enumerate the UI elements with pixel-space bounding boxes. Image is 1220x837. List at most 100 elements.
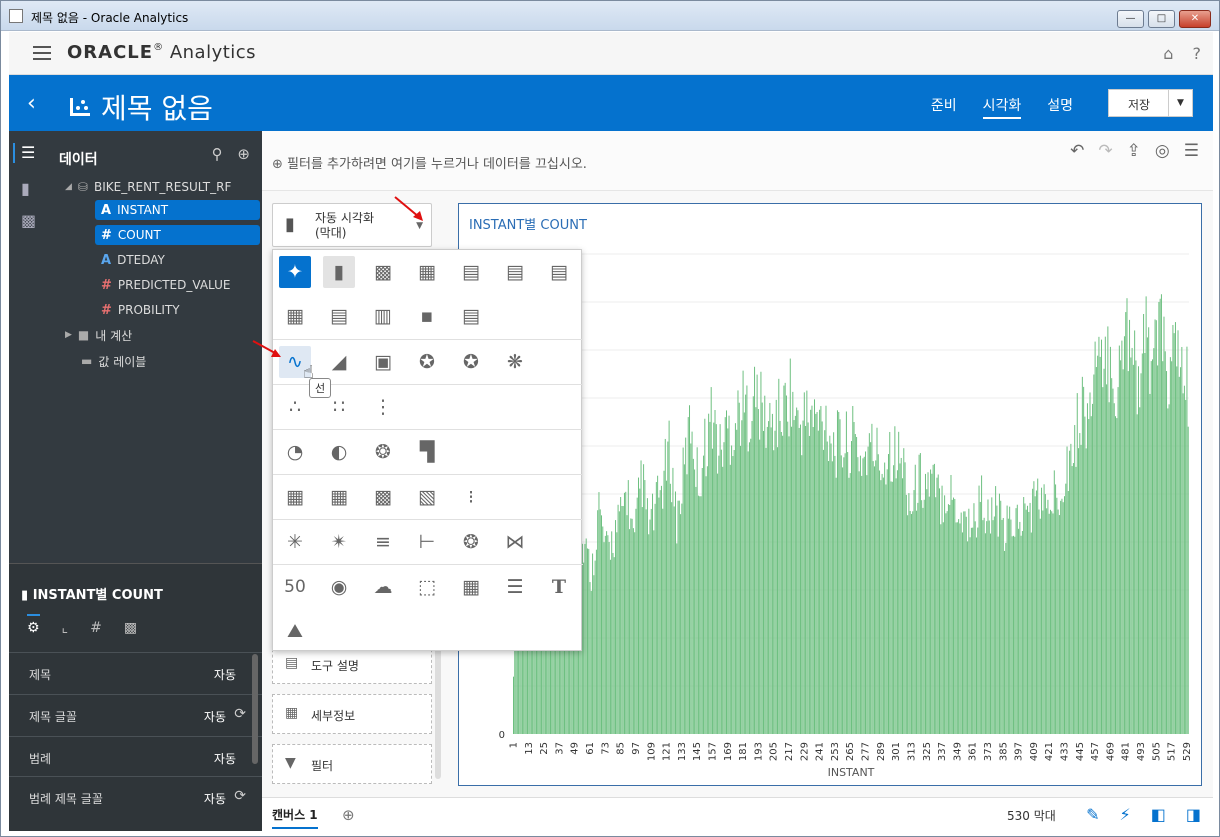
auto-viz-icon[interactable]: ✦ — [279, 256, 311, 288]
list-icon[interactable]: ☰ — [499, 571, 531, 603]
area-chart-icon[interactable]: ◢ — [323, 346, 355, 378]
circle-network-icon[interactable]: ❂ — [455, 526, 487, 558]
text-icon[interactable]: T — [543, 571, 575, 603]
panel-left-icon[interactable]: ◧ — [1151, 805, 1166, 824]
reset-icon[interactable]: ⟳ — [234, 706, 246, 722]
100pct-bar-icon[interactable]: ▦ — [411, 256, 443, 288]
donut-icon[interactable]: ◐ — [323, 436, 355, 468]
waterfall-icon[interactable]: ▥ — [367, 300, 399, 332]
help-icon[interactable]: ? — [1193, 44, 1202, 63]
prop-row-legend-font[interactable]: 범례 제목 글꼴 자동 ⟳ — [9, 776, 262, 816]
panel-right-icon[interactable]: ◨ — [1186, 805, 1201, 824]
close-button[interactable]: ✕ — [1179, 10, 1211, 28]
tree-diagram-icon[interactable]: ⊢ — [411, 526, 443, 558]
add-filter-icon[interactable]: ⊕ — [272, 157, 283, 172]
dataset-item[interactable]: ◢ ⛁ BIKE_RENT_RESULT_RF — [65, 177, 231, 197]
visualizations-icon[interactable]: ▮ — [21, 179, 41, 199]
prop-row-title-font[interactable]: 제목 글꼴 자동 ⟳ — [9, 694, 262, 734]
hierarchy-icon[interactable]: ▦ — [455, 571, 487, 603]
save-button[interactable]: 저장 ▼ — [1108, 89, 1193, 117]
drop-zone-filter[interactable]: ▼ 필터 — [272, 744, 432, 784]
heatmap-icon[interactable]: ▩ — [367, 481, 399, 513]
prop-row-legend[interactable]: 범례 자동 — [9, 736, 262, 776]
bar-chart-icon[interactable]: ▮ — [323, 256, 355, 288]
menu-icon[interactable] — [33, 46, 51, 60]
x-tick-label: 373 — [983, 742, 994, 761]
expand-icon[interactable]: ▶ — [65, 330, 72, 340]
canvas-tab[interactable]: 캔버스 1 — [272, 806, 318, 829]
expand-icon[interactable]: ◢ — [65, 182, 72, 192]
export-icon[interactable]: ⇪ — [1127, 141, 1141, 161]
reset-icon[interactable]: ⟳ — [234, 788, 246, 804]
column-item-dteday[interactable]: A DTEDAY — [101, 250, 165, 270]
search-icon[interactable]: ⚲ — [212, 145, 223, 163]
horizontal-100pct-icon[interactable]: ▤ — [543, 256, 575, 288]
tab-prepare[interactable]: 준비 — [931, 95, 957, 119]
combo-chart-icon[interactable]: ▦ — [279, 300, 311, 332]
column-item-probility[interactable]: # PROBILITY — [101, 300, 180, 320]
value-labels-item[interactable]: ▬ 값 레이블 — [81, 351, 146, 371]
properties-scrollbar[interactable] — [252, 654, 258, 764]
back-icon[interactable]: ‹ — [27, 91, 36, 116]
filter-bar[interactable]: ⊕ 필터를 추가하려면 여기를 누르거나 데이터를 끄십시오. ↶ ↷ ⇪ ◎ … — [262, 131, 1213, 191]
treemap-icon[interactable]: ▜ — [411, 436, 443, 468]
general-tab-icon[interactable]: ⚙ — [27, 614, 40, 636]
redo-icon[interactable]: ↷ — [1098, 141, 1112, 161]
prop-row-title[interactable]: 제목 자동 — [9, 652, 262, 692]
add-canvas-icon[interactable]: ⊕ — [342, 806, 355, 824]
scatter-icon[interactable]: ∴ — [279, 391, 311, 423]
drop-zone-detail[interactable]: ▦ 세부정보 — [272, 694, 432, 734]
radar-bar-icon[interactable]: ❋ — [499, 346, 531, 378]
dots-grid-icon[interactable]: ⁝ — [455, 481, 487, 513]
network-icon[interactable]: ✳ — [279, 526, 311, 558]
bar — [1132, 364, 1134, 734]
chord-icon[interactable]: ✴ — [323, 526, 355, 558]
list-filter-icon[interactable]: ⬚ — [411, 571, 443, 603]
undo-icon[interactable]: ↶ — [1070, 141, 1084, 161]
sankey-icon[interactable]: ≡ — [367, 526, 399, 558]
kpi-icon[interactable]: 50 — [279, 571, 311, 603]
horizontal-bar-icon[interactable]: ▤ — [455, 256, 487, 288]
image-icon[interactable]: ⛰ — [279, 615, 311, 647]
boxplot-icon[interactable]: ▪ — [411, 300, 443, 332]
cloud-icon[interactable]: ☁ — [367, 571, 399, 603]
analytics-icon[interactable]: ▩ — [21, 211, 41, 231]
home-icon[interactable]: ⌂ — [1163, 44, 1173, 63]
column-item-predicted-value[interactable]: # PREDICTED_VALUE — [101, 275, 230, 295]
analytics-tab-icon[interactable]: ▩ — [124, 620, 137, 636]
pivot-icon[interactable]: ▤ — [323, 300, 355, 332]
column-item-count[interactable]: # COUNT — [95, 225, 260, 245]
bar — [1154, 319, 1156, 734]
refresh-icon[interactable]: ◎ — [1155, 141, 1170, 161]
map-icon[interactable]: ◉ — [323, 571, 355, 603]
horizontal-stacked-icon[interactable]: ▤ — [499, 256, 531, 288]
tab-narrate[interactable]: 설명 — [1047, 95, 1073, 119]
bar — [1108, 402, 1110, 734]
area-100-icon[interactable]: ▣ — [367, 346, 399, 378]
table-icon[interactable]: ▦ — [279, 481, 311, 513]
save-dropdown-icon[interactable]: ▼ — [1168, 90, 1192, 116]
axis-tab-icon[interactable]: ⌞ — [62, 620, 69, 636]
pie-icon[interactable]: ◔ — [279, 436, 311, 468]
parallel-icon[interactable]: ⋈ — [499, 526, 531, 558]
bar — [988, 520, 990, 734]
stacked-bar-icon[interactable]: ▩ — [367, 256, 399, 288]
database-icon[interactable]: ☰ — [13, 143, 35, 163]
brush-icon[interactable]: ✎ — [1086, 805, 1099, 824]
auto-apply-icon[interactable]: ⚡ — [1120, 805, 1131, 824]
dot-plot-icon[interactable]: ⋮ — [367, 391, 399, 423]
tile-icon[interactable]: ▧ — [411, 481, 443, 513]
minimize-button[interactable]: — — [1117, 10, 1144, 28]
pivot-table-icon[interactable]: ▦ — [323, 481, 355, 513]
maximize-button[interactable]: □ — [1148, 10, 1175, 28]
sunburst-icon[interactable]: ❂ — [367, 436, 399, 468]
tab-visualize[interactable]: 시각화 — [982, 95, 1022, 119]
column-item-instant[interactable]: A INSTANT — [95, 200, 260, 220]
radar-line-icon[interactable]: ✪ — [411, 346, 443, 378]
my-calculations-folder[interactable]: ▶ ■ 내 계산 — [65, 325, 132, 345]
more-menu-icon[interactable]: ☰ — [1184, 141, 1199, 161]
gantt-icon[interactable]: ▤ — [455, 300, 487, 332]
radar-area-icon[interactable]: ✪ — [455, 346, 487, 378]
add-icon[interactable]: ⊕ — [237, 145, 250, 163]
number-tab-icon[interactable]: # — [90, 620, 102, 636]
